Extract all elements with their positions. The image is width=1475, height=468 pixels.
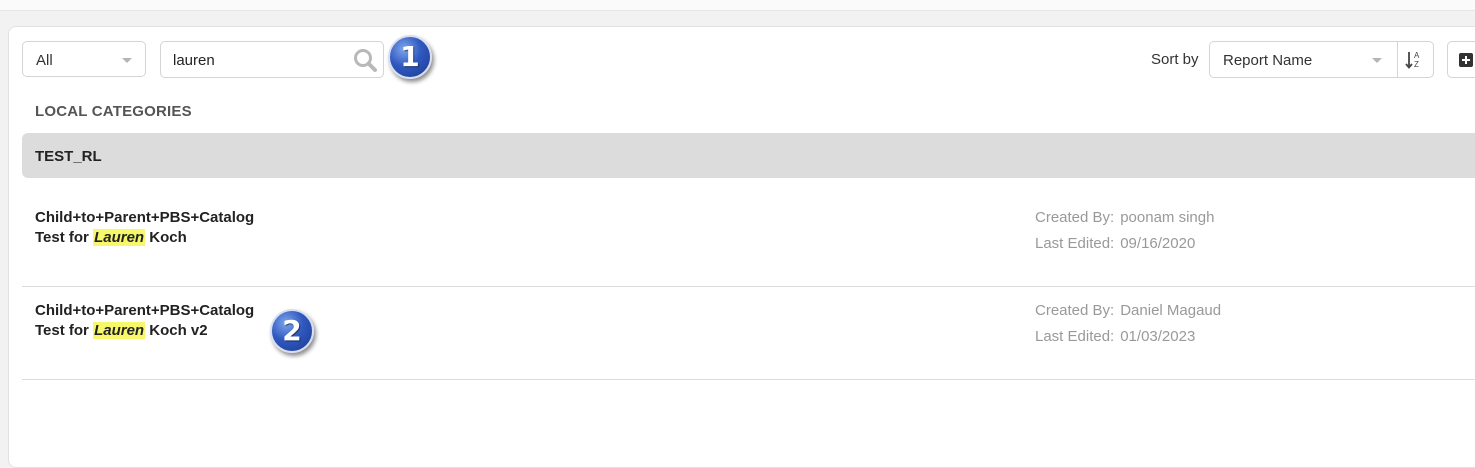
top-bar (0, 0, 1475, 11)
search-icon[interactable] (352, 47, 378, 73)
last-edited-value: 01/03/2023 (1120, 328, 1196, 345)
chevron-down-icon (122, 58, 132, 63)
report-row[interactable]: Child+to+Parent+PBS+Catalog Test for Lau… (22, 193, 1475, 287)
sort-by-value: Report Name (1223, 52, 1313, 69)
report-subtitle-suffix: Koch v2 (145, 322, 208, 339)
svg-text:A: A (1414, 51, 1420, 60)
sort-by-label: Sort by (1151, 51, 1199, 68)
sort-ascending-icon[interactable]: A Z (1397, 42, 1433, 77)
svg-text:Z: Z (1414, 60, 1419, 69)
last-edited: Last Edited: 01/03/2023 (1035, 328, 1195, 345)
last-edited-label: Last Edited: (1035, 328, 1115, 345)
report-subtitle-prefix: Test for (35, 229, 94, 246)
report-subtitle-prefix: Test for (35, 322, 94, 339)
created-by: Created By: Daniel Magaud (1035, 302, 1221, 319)
add-icon (1459, 53, 1473, 67)
created-by-label: Created By: (1035, 302, 1115, 319)
category-filter-select[interactable]: All (22, 41, 146, 77)
created-by-label: Created By: (1035, 209, 1115, 226)
report-subtitle-suffix: Koch (145, 229, 187, 246)
report-title[interactable]: Child+to+Parent+PBS+Catalog (35, 209, 254, 226)
report-subtitle: Test for Lauren Koch (35, 229, 187, 246)
search-input[interactable] (173, 50, 343, 70)
category-filter-value: All (36, 52, 53, 69)
created-by: Created By: poonam singh (1035, 209, 1214, 226)
search-field[interactable] (160, 41, 384, 78)
last-edited-label: Last Edited: (1035, 235, 1115, 252)
report-title[interactable]: Child+to+Parent+PBS+Catalog (35, 302, 254, 319)
report-row[interactable]: Child+to+Parent+PBS+Catalog Test for Lau… (22, 286, 1475, 380)
callout-badge-2: 2 (270, 309, 314, 353)
search-match-highlight: Lauren (93, 322, 146, 339)
created-by-value: poonam singh (1120, 209, 1215, 226)
last-edited-value: 09/16/2020 (1120, 235, 1196, 252)
report-subtitle: Test for Lauren Koch v2 (35, 322, 208, 339)
section-title: LOCAL CATEGORIES (35, 103, 192, 120)
created-by-value: Daniel Magaud (1120, 302, 1222, 319)
search-match-highlight: Lauren (93, 229, 146, 246)
category-header[interactable]: TEST_RL (22, 133, 1475, 178)
chevron-down-icon (1372, 58, 1382, 63)
last-edited: Last Edited: 09/16/2020 (1035, 235, 1195, 252)
callout-badge-1: 1 (388, 35, 432, 79)
add-report-button[interactable] (1447, 41, 1475, 78)
category-name: TEST_RL (35, 148, 102, 165)
